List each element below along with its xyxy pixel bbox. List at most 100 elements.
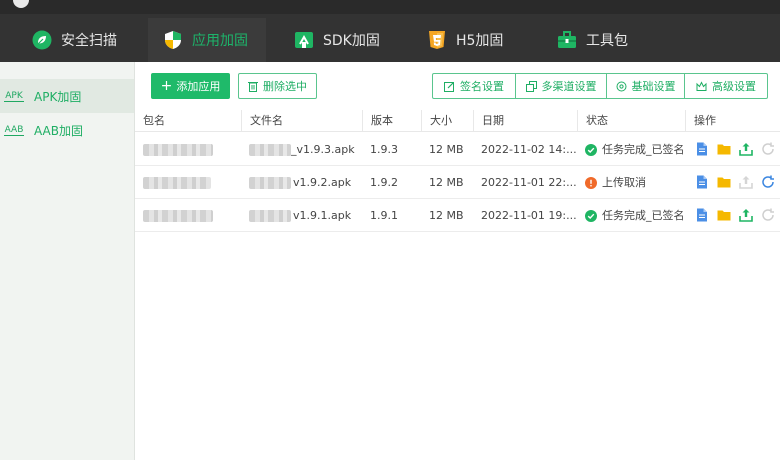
delete-selected-label: 删除选中 <box>263 80 307 93</box>
date-cell: 2022-11-01 22:... <box>481 176 577 189</box>
retry-icon[interactable] <box>761 142 775 156</box>
filename-text: _v1.9.3.apk <box>291 143 355 156</box>
tab-sdk-hardening[interactable]: SDK加固 <box>282 18 402 62</box>
redacted-filename-prefix <box>249 177 291 189</box>
folder-icon[interactable] <box>717 142 731 156</box>
export-icon <box>739 175 753 189</box>
status-text: 任务完成_已签名 <box>602 209 685 222</box>
row-actions <box>695 175 780 191</box>
sidebar-item-label: APK加固 <box>34 89 82 104</box>
filename-text: v1.9.2.apk <box>293 176 352 189</box>
top-nav-bar: 安全扫描 应用加固 SDK加固 H5加固 工具包 <box>0 0 780 62</box>
basic-settings-button[interactable]: 基础设置 <box>607 74 685 98</box>
export-icon[interactable] <box>739 142 753 156</box>
column-header-filename[interactable]: 文件名 <box>241 110 362 132</box>
status-cell: 上传取消 <box>577 166 689 199</box>
main-panel: + 添加应用 删除选中 签名设置 多渠道设置 基础设置 高级设置 包名 文件名 … <box>135 62 780 460</box>
advanced-settings-button[interactable]: 高级设置 <box>685 74 767 98</box>
redacted-package-name <box>143 177 211 189</box>
version-cell: 1.9.2 <box>370 176 398 189</box>
tab-label: H5加固 <box>456 33 504 49</box>
add-app-button[interactable]: + 添加应用 <box>151 73 230 99</box>
aab-icon: AAB <box>4 124 24 136</box>
channels-icon <box>525 80 537 92</box>
column-header-status[interactable]: 状态 <box>577 110 685 132</box>
crown-icon <box>696 80 707 92</box>
file-icon[interactable] <box>695 142 709 156</box>
signature-settings-button[interactable]: 签名设置 <box>433 74 516 98</box>
tab-app-hardening[interactable]: 应用加固 <box>148 18 266 62</box>
column-header-actions: 操作 <box>685 110 780 132</box>
column-header-size[interactable]: 大小 <box>421 110 473 132</box>
tab-toolkit[interactable]: 工具包 <box>545 18 655 62</box>
filename-cell: _v1.9.3.apk <box>241 133 362 166</box>
title-strip <box>0 0 780 14</box>
redacted-filename-prefix <box>249 210 291 222</box>
tab-label: 工具包 <box>586 33 628 49</box>
redacted-filename-prefix <box>249 144 291 156</box>
sidebar-item-apk[interactable]: APK APK加固 <box>0 79 134 113</box>
status-text: 任务完成_已签名 <box>602 143 685 156</box>
version-cell: 1.9.3 <box>370 143 398 156</box>
tab-h5-hardening[interactable]: H5加固 <box>415 18 525 62</box>
file-icon[interactable] <box>695 175 709 189</box>
sdk-box-icon <box>294 30 314 50</box>
folder-icon[interactable] <box>717 208 731 222</box>
package-name-cell <box>135 133 241 166</box>
date-cell: 2022-11-01 19:... <box>481 209 577 222</box>
table-row[interactable]: _v1.9.3.apk 1.9.3 12 MB 2022-11-02 14:..… <box>135 133 780 166</box>
date-cell: 2022-11-02 14:... <box>481 143 577 156</box>
column-header-date[interactable]: 日期 <box>473 110 577 132</box>
tab-label: 应用加固 <box>192 33 248 49</box>
status-cell: 任务完成_已签名 <box>577 133 689 166</box>
package-name-cell <box>135 199 241 232</box>
sidebar-item-aab[interactable]: AAB AAB加固 <box>0 113 134 147</box>
tab-label: SDK加固 <box>323 33 380 49</box>
row-actions <box>695 142 780 158</box>
size-cell: 12 MB <box>429 209 464 222</box>
tab-security-scan[interactable]: 安全扫描 <box>20 18 140 62</box>
leaf-shield-icon <box>32 30 52 50</box>
version-cell: 1.9.1 <box>370 209 398 222</box>
row-actions <box>695 208 780 224</box>
filename-cell: v1.9.2.apk <box>241 166 362 199</box>
tab-label: 安全扫描 <box>61 33 117 49</box>
redacted-package-name <box>143 210 213 222</box>
basic-settings-label: 基础设置 <box>631 80 676 93</box>
edit-icon <box>444 81 455 92</box>
signature-settings-label: 签名设置 <box>460 80 504 93</box>
file-icon[interactable] <box>695 208 709 222</box>
redacted-package-name <box>143 144 213 156</box>
folder-icon[interactable] <box>717 175 731 189</box>
filename-cell: v1.9.1.apk <box>241 199 362 232</box>
apk-icon: APK <box>4 90 24 102</box>
settings-button-group: 签名设置 多渠道设置 基础设置 高级设置 <box>432 73 768 99</box>
status-cell: 任务完成_已签名 <box>577 199 689 232</box>
export-icon[interactable] <box>739 208 753 222</box>
table-row[interactable]: v1.9.2.apk 1.9.2 12 MB 2022-11-01 22:...… <box>135 166 780 199</box>
size-cell: 12 MB <box>429 176 464 189</box>
delete-selected-button[interactable]: 删除选中 <box>238 73 317 99</box>
package-name-cell <box>135 166 241 199</box>
status-text: 上传取消 <box>602 176 646 189</box>
check-circle-icon <box>585 144 597 156</box>
sidebar: APK APK加固 AAB AAB加固 <box>0 62 135 460</box>
column-header-package[interactable]: 包名 <box>135 110 241 132</box>
sidebar-item-label: AAB加固 <box>34 123 83 138</box>
trash-icon <box>248 81 258 92</box>
retry-icon[interactable] <box>761 175 775 189</box>
multichannel-settings-label: 多渠道设置 <box>541 80 597 93</box>
toolbox-icon <box>557 30 577 50</box>
table-row[interactable]: v1.9.1.apk 1.9.1 12 MB 2022-11-01 19:...… <box>135 199 780 232</box>
retry-icon[interactable] <box>761 208 775 222</box>
plus-icon: + <box>160 78 173 94</box>
multichannel-settings-button[interactable]: 多渠道设置 <box>516 74 607 98</box>
column-header-version[interactable]: 版本 <box>362 110 421 132</box>
shield-icon <box>163 30 183 50</box>
add-app-label: 添加应用 <box>176 80 221 93</box>
advanced-settings-label: 高级设置 <box>712 80 756 93</box>
table-header: 包名 文件名 版本 大小 日期 状态 操作 <box>135 110 780 132</box>
filename-text: v1.9.1.apk <box>293 209 352 222</box>
alert-circle-icon <box>585 177 597 189</box>
check-circle-icon <box>585 210 597 222</box>
